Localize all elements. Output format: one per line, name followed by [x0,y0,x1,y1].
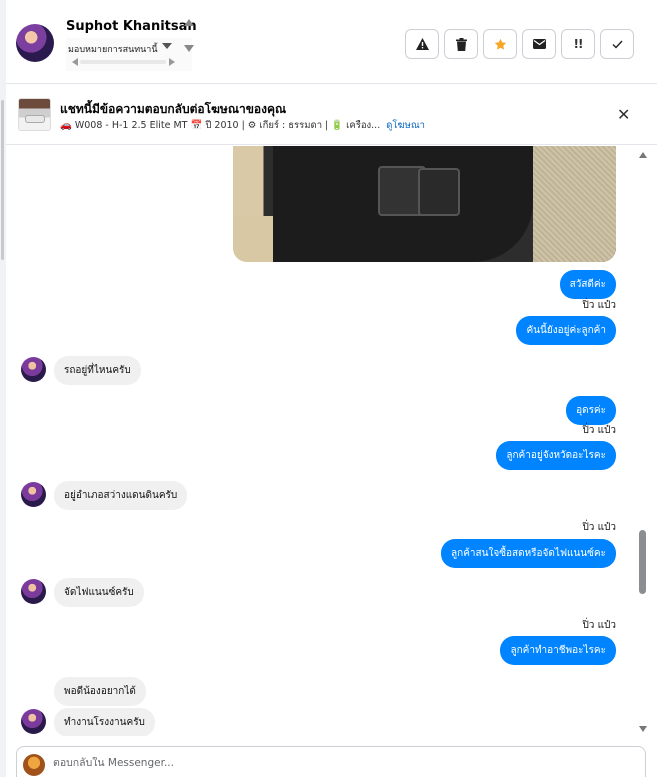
left-scroll-thumb[interactable] [1,100,4,260]
warning-icon [415,38,429,50]
reply-composer [16,746,646,777]
contact-name[interactable]: Suphot Khanitsan [66,19,197,34]
message-outgoing[interactable]: ลูกค้าทำอาชีพอะไรคะ [500,636,616,665]
view-ad-link[interactable]: ดูโฆษณา [386,120,425,131]
mark-done-button[interactable] [600,29,634,59]
close-icon[interactable]: ✕ [617,105,630,124]
conversation-header: Suphot Khanitsan มอบหมายการสนทนานี้ !! [6,0,657,84]
assign-label[interactable]: มอบหมายการสนทนานี้ [68,42,158,56]
message-incoming[interactable]: รถอยู่ที่ไหนครับ [54,356,141,385]
contact-avatar-small[interactable] [21,579,46,604]
message-thread[interactable]: สวัสดีค่ะ ปิ่ว แป๋ว คันนี้ยังอยู่ค่ะลูกค… [6,146,657,736]
contact-avatar-small[interactable] [21,709,46,734]
message-outgoing[interactable]: สวัสดีค่ะ [559,270,616,299]
envelope-icon [532,39,546,49]
email-button[interactable] [522,29,556,59]
message-outgoing[interactable]: คันนี้ยังอยู่ค่ะลูกค้า [516,316,616,345]
scroll-down-icon[interactable] [184,45,194,52]
message-outgoing[interactable]: ลูกค้าสนใจซื้อสดหรือจัดไฟแนนซ์คะ [441,539,616,568]
message-incoming[interactable]: พอดีน้องอยากได้ [54,677,146,706]
mark-spam-button[interactable] [405,29,439,59]
message-outgoing[interactable]: ลูกค้าอยู่จังหวัดอะไรคะ [496,441,616,470]
chevron-down-icon[interactable] [162,43,172,49]
thread-scroll-thumb[interactable] [639,530,646,594]
assign-conversation-select[interactable]: มอบหมายการสนทนานี้ [66,19,194,71]
ad-reply-banner: แชทนี้มีข้อความตอบกลับต่อโฆษณาของคุณ 🚗 W… [6,85,657,145]
sender-label: ปิ่ว แป๋ว [582,425,616,436]
star-icon [494,38,506,50]
mark-important-button[interactable]: !! [561,29,595,59]
scroll-up-icon[interactable] [184,19,194,26]
header-actions: !! [405,29,634,59]
scroll-right-icon[interactable] [169,58,175,66]
delete-button[interactable] [444,29,478,59]
message-incoming[interactable]: จัดไฟแนนซ์ครับ [54,578,144,607]
scroll-down-icon[interactable] [639,726,647,732]
sender-label: ปิ่ว แป๋ว [582,522,616,533]
exclamation-icon: !! [573,37,584,51]
message-outgoing[interactable]: อุดรค่ะ [566,396,616,425]
star-button[interactable] [483,29,517,59]
scroll-left-icon[interactable] [72,58,78,66]
check-icon [612,40,623,49]
ad-banner-subtitle: 🚗 W008 - H-1 2.5 Elite MT 📅 ปี 2010 | ⚙ … [60,118,425,133]
scroll-up-icon[interactable] [639,152,647,158]
sender-label: ปิ่ว แป๋ว [582,300,616,311]
ad-details: 🚗 W008 - H-1 2.5 Elite MT 📅 ปี 2010 | ⚙ … [60,120,381,131]
ad-thumbnail[interactable] [18,98,51,131]
contact-avatar-small[interactable] [21,482,46,507]
horizontal-scrollbar[interactable] [80,60,166,64]
sender-label: ปิ่ว แป๋ว [582,620,616,631]
reply-input[interactable] [53,757,613,769]
trash-icon [455,37,467,51]
page-avatar [23,754,45,776]
contact-avatar-small[interactable] [21,357,46,382]
car-photo-message[interactable] [233,146,616,262]
ad-banner-title: แชทนี้มีข้อความตอบกลับต่อโฆษณาของคุณ [60,102,287,116]
thread-scrollbar[interactable] [637,150,649,738]
message-incoming[interactable]: ทำงานโรงงานครับ [54,708,155,736]
contact-avatar[interactable] [16,24,54,62]
message-incoming[interactable]: อยู่อำเภอสว่างแดนดินครับ [54,481,188,510]
